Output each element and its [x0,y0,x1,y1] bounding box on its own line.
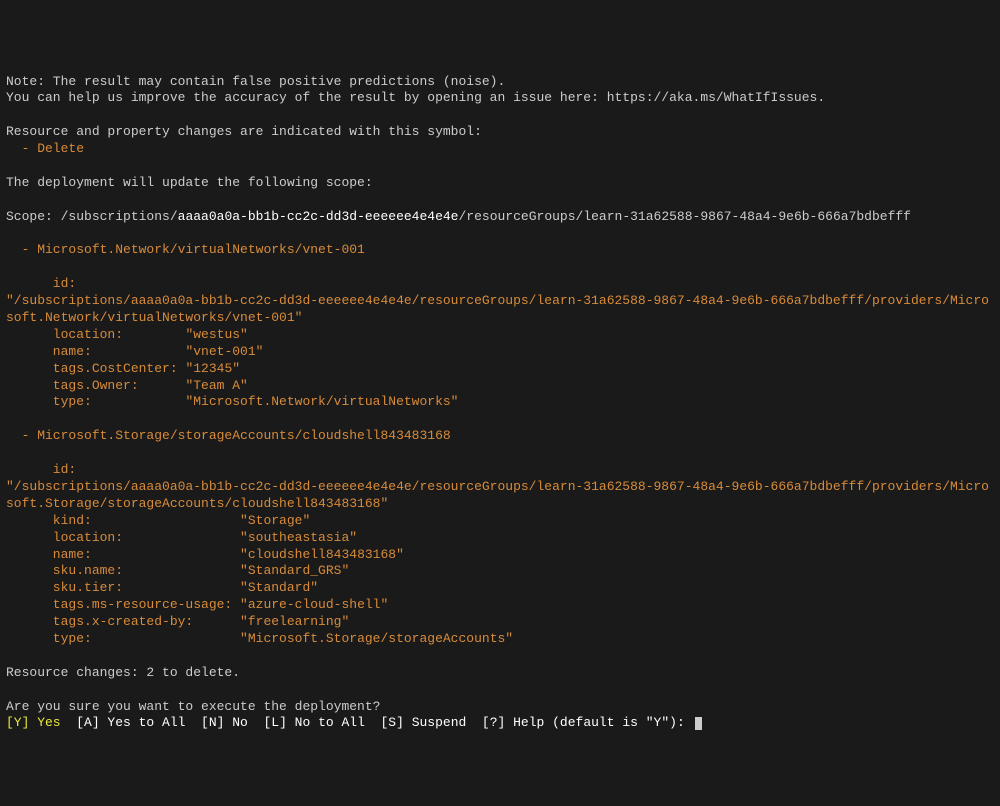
prop-key: tags.ms-resource-usage: [6,597,240,612]
prompt-option-help[interactable]: [?] Help (default is "Y"): [466,715,692,730]
prop-key: sku.name: [6,563,240,578]
prop-line: type: "Microsoft.Network/virtualNetworks… [6,394,994,411]
prop-line: tags.ms-resource-usage: "azure-cloud-she… [6,597,994,614]
prop-value: "Microsoft.Storage/storageAccounts" [240,631,513,646]
prop-key: kind: [6,513,240,528]
prop-value: "12345" [185,361,240,376]
prompt-option-suspend[interactable]: [S] Suspend [365,715,466,730]
prop-key: sku.tier: [6,580,240,595]
prop-value: "Standard" [240,580,318,595]
prop-key: tags.Owner: [6,378,185,393]
scope-line: Scope: /subscriptions/aaaa0a0a-bb1b-cc2c… [6,209,911,224]
prompt-option-noall[interactable]: [L] No to All [248,715,365,730]
prop-key: tags.CostCenter: [6,361,185,376]
prop-line: tags.x-created-by: "freelearning" [6,614,994,631]
delete-symbol: - Delete [6,141,84,156]
prop-line: tags.Owner: "Team A" [6,378,994,395]
prop-value: "Standard_GRS" [240,563,349,578]
prop-key: location: [6,530,240,545]
prop-key: name: [6,547,240,562]
prop-line: tags.CostCenter: "12345" [6,361,994,378]
note-line: You can help us improve the accuracy of … [6,90,825,105]
cursor-icon [695,717,702,730]
prompt-option-no[interactable]: [N] No [185,715,247,730]
prop-value: "Storage" [240,513,310,528]
prop-line: sku.name: "Standard_GRS" [6,563,994,580]
prop-value: "southeastasia" [240,530,357,545]
prop-value: "cloudshell843483168" [240,547,404,562]
resource-header: - Microsoft.Storage/storageAccounts/clou… [6,428,451,443]
prop-line: name: "cloudshell843483168" [6,547,994,564]
prompt-option-all[interactable]: [A] Yes to All [61,715,186,730]
prop-value: "vnet-001" [185,344,263,359]
prop-line: type: "Microsoft.Storage/storageAccounts… [6,631,994,648]
prop-key: tags.x-created-by: [6,614,240,629]
resource-header: - Microsoft.Network/virtualNetworks/vnet… [6,242,365,257]
prop-value: "westus" [185,327,247,342]
prop-value: "/subscriptions/aaaa0a0a-bb1b-cc2c-dd3d-… [6,293,989,325]
prop-key: location: [6,327,185,342]
prop-value: "Team A" [185,378,247,393]
prop-value: "/subscriptions/aaaa0a0a-bb1b-cc2c-dd3d-… [6,479,989,511]
summary: Resource changes: 2 to delete. [6,665,240,680]
prop-line: sku.tier: "Standard" [6,580,994,597]
prop-value: "freelearning" [240,614,349,629]
prompt-line[interactable]: [Y] Yes [A] Yes to All [N] No [L] No to … [6,715,702,730]
prop-line: location: "westus" [6,327,994,344]
scope-intro: The deployment will update the following… [6,175,373,190]
prop-key: type: [6,631,240,646]
subscription-id: aaaa0a0a-bb1b-cc2c-dd3d-eeeeee4e4e4e [178,209,459,224]
prompt-option-yes[interactable]: [Y] Yes [6,715,61,730]
prop-value: "Microsoft.Network/virtualNetworks" [185,394,458,409]
prop-line: location: "southeastasia" [6,530,994,547]
changes-intro: Resource and property changes are indica… [6,124,482,139]
prop-key: type: [6,394,185,409]
prop-key: id: [6,462,76,477]
note-line: Note: The result may contain false posit… [6,74,505,89]
confirm-question: Are you sure you want to execute the dep… [6,699,380,714]
prop-value: "azure-cloud-shell" [240,597,388,612]
prop-line: name: "vnet-001" [6,344,994,361]
prop-line: kind: "Storage" [6,513,994,530]
prop-key: name: [6,344,185,359]
prop-key: id: [6,276,76,291]
